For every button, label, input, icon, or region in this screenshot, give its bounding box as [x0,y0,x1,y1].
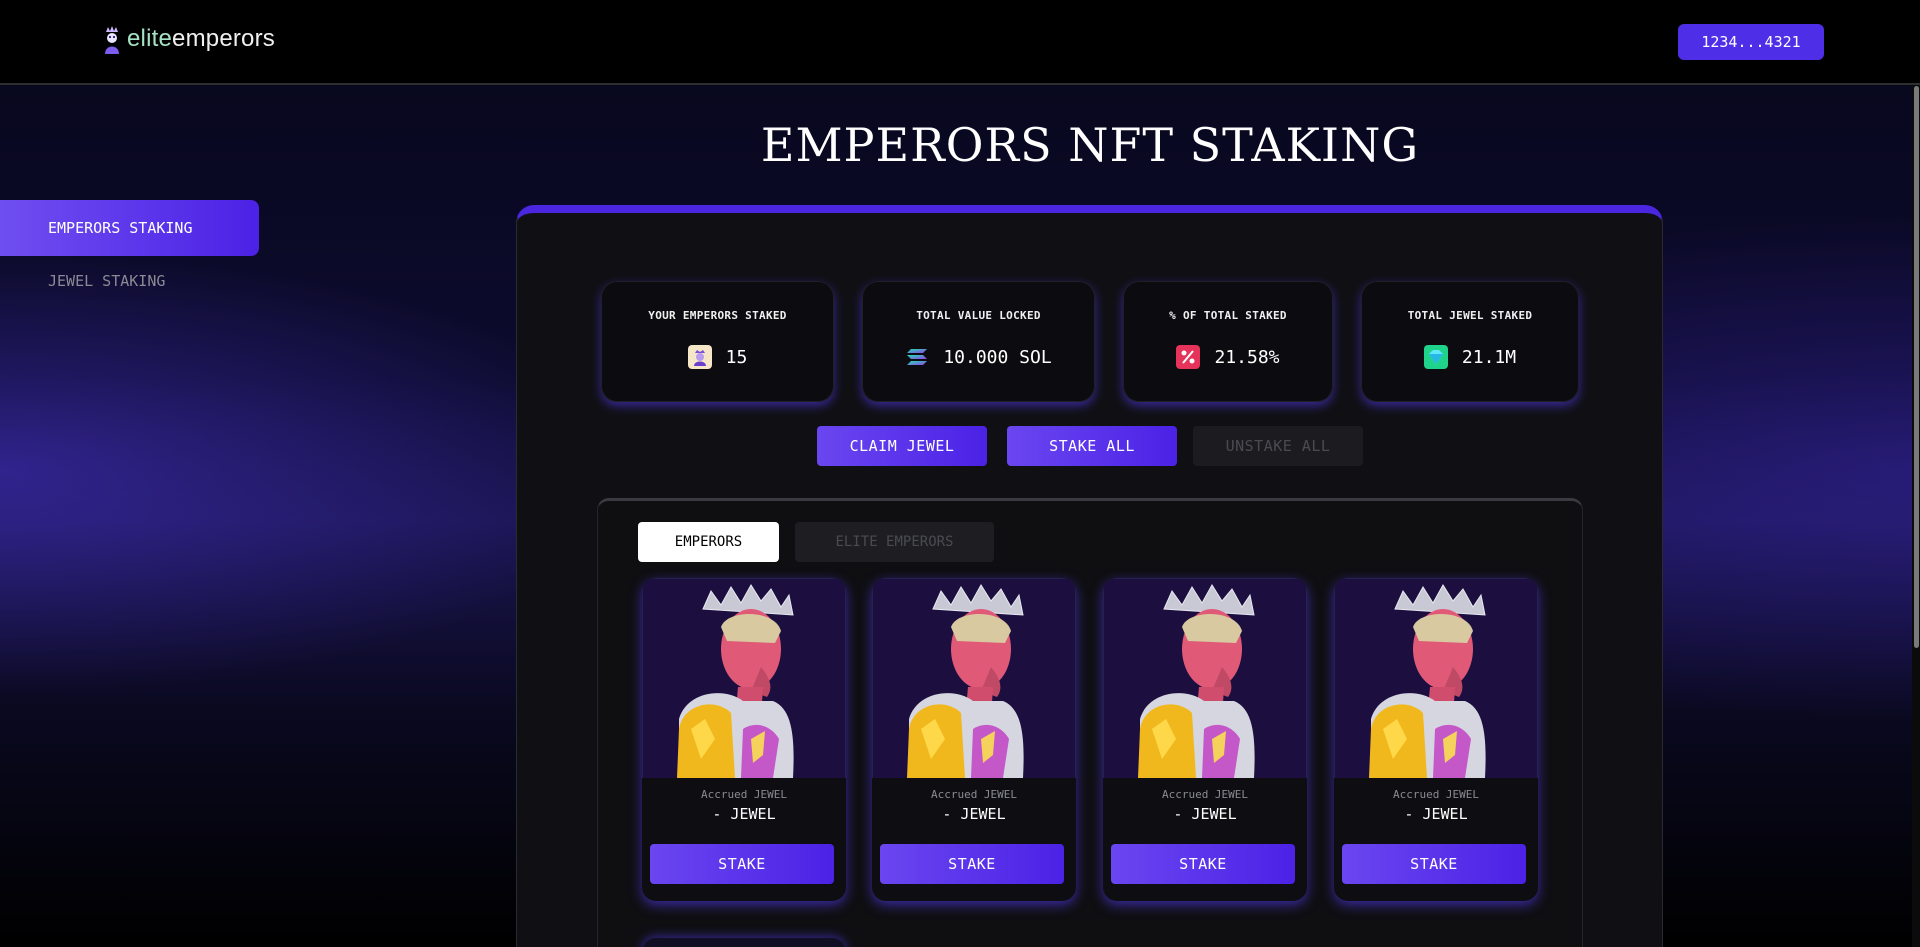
nft-card[interactable]: Accrued JEWEL - JEWEL STAKE [872,578,1076,901]
stake-button[interactable]: STAKE [1342,844,1526,884]
solana-icon [905,345,929,369]
nft-card-next-row [642,938,846,947]
accrued-label: Accrued JEWEL [700,788,788,801]
nft-card[interactable]: Accrued JEWEL - JEWEL STAKE [1103,578,1307,901]
unstake-all-button[interactable]: UNSTAKE ALL [1193,426,1363,466]
stake-button[interactable]: STAKE [880,844,1064,884]
stake-all-button[interactable]: STAKE ALL [1007,426,1177,466]
stat-value: 15 [725,346,748,368]
emperor-logo-icon [105,26,119,54]
accrued-label: Accrued JEWEL [930,788,1018,801]
emperor-icon [687,345,712,369]
accrued-value: - JEWEL [712,805,776,823]
logo-emperors-text: emperors [172,25,275,52]
nft-card[interactable]: Accrued JEWEL - JEWEL STAKE [1334,578,1538,901]
stat-label: TOTAL VALUE LOCKED [916,309,1041,322]
stat-label: TOTAL JEWEL STAKED [1407,309,1533,322]
stake-button[interactable]: STAKE [650,844,834,884]
sidebar-item-emperors-staking[interactable]: EMPERORS STAKING [0,200,259,256]
stat-card-percent-staked: % OF TOTAL STAKED 21.58% [1123,281,1333,402]
nft-image [873,579,1075,778]
percent-icon [1176,345,1201,369]
scrollbar-thumb[interactable] [1914,86,1919,648]
tab-elite-emperors[interactable]: ELITE EMPERORS [795,522,994,562]
logo-wordmark: eliteemperors [127,25,275,53]
stat-value: 21.58% [1214,346,1280,368]
logo[interactable]: eliteemperors [103,24,275,54]
accrued-value: - JEWEL [1404,805,1468,823]
sidebar-item-label: JEWEL STAKING [48,272,166,290]
stat-card-emperors-staked: YOUR EMPERORS STAKED 15 [601,281,834,402]
nft-image [1104,579,1306,778]
accrued-value: - JEWEL [1173,805,1237,823]
nft-image [1335,579,1537,778]
stat-value: 21.1M [1461,346,1517,368]
page-title: EMPERORS NFT STAKING [760,118,1420,172]
jewel-icon [1423,345,1448,369]
page: eliteemperors 1234...4321 EMPERORS STAKI… [0,0,1920,947]
sidebar-item-label: EMPERORS STAKING [48,219,193,237]
top-nav: eliteemperors 1234...4321 [0,0,1920,85]
stat-label: % OF TOTAL STAKED [1169,309,1287,322]
tab-emperors[interactable]: EMPERORS [638,522,779,562]
claim-jewel-button[interactable]: CLAIM JEWEL [817,426,987,466]
stat-label: YOUR EMPERORS STAKED [648,309,787,322]
stat-card-total-jewel-staked: TOTAL JEWEL STAKED 21.1M [1361,281,1579,402]
stake-button[interactable]: STAKE [1111,844,1295,884]
accrued-label: Accrued JEWEL [1161,788,1249,801]
accrued-value: - JEWEL [942,805,1006,823]
sidebar-item-jewel-staking[interactable]: JEWEL STAKING [48,272,165,290]
nft-card[interactable]: Accrued JEWEL - JEWEL STAKE [642,578,846,901]
wallet-button[interactable]: 1234...4321 [1678,24,1824,60]
nft-image [643,579,845,778]
stat-value: 10.000 SOL [943,346,1052,368]
accrued-label: Accrued JEWEL [1392,788,1480,801]
logo-elite-text: elite [127,25,173,52]
stat-card-total-value-locked: TOTAL VALUE LOCKED 10.000 SOL [862,281,1095,402]
